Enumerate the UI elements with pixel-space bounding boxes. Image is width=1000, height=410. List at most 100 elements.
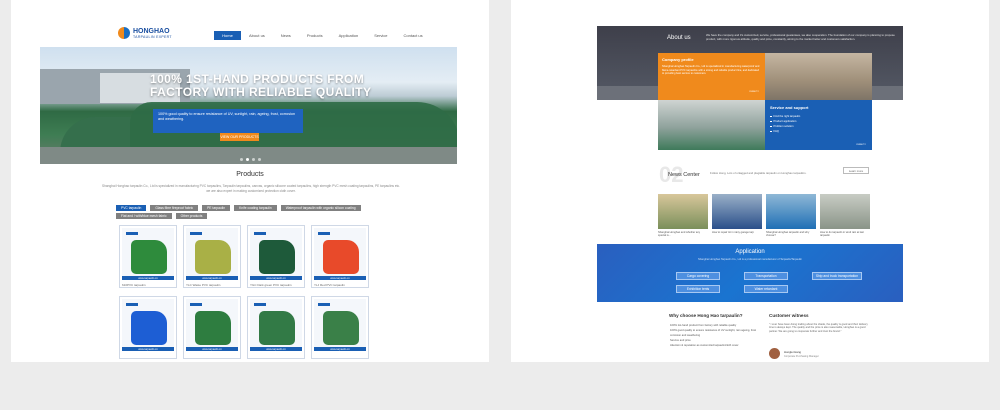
filter-tab[interactable]: PVC tarpaulin bbox=[116, 205, 147, 211]
product-card[interactable]: www.tarpaulin.cn YLC Waste PVC tarpaulin bbox=[183, 225, 241, 288]
product-image bbox=[186, 228, 238, 279]
carousel-dot-active[interactable] bbox=[246, 158, 249, 161]
filter-tab[interactable]: Waterproof tarpaulin with organic silico… bbox=[280, 205, 361, 211]
tarpaulin-roll-image bbox=[259, 311, 295, 345]
news-caption[interactable]: How to repair lot in rainy garage tarp bbox=[712, 231, 762, 234]
app-button-ship-truck[interactable]: Ship and truck transportation bbox=[812, 272, 862, 280]
filter-tab[interactable]: Knife coating tarpaulin bbox=[234, 205, 277, 211]
why-item: Attention & reputation as customized tar… bbox=[670, 343, 739, 347]
service-list: Find the right tarpaulin Product applica… bbox=[770, 114, 867, 134]
service-item[interactable]: FAQ bbox=[770, 129, 867, 134]
product-card[interactable]: www.tarpaulin.cn bbox=[183, 296, 241, 359]
main-nav: Home About us News Products Application … bbox=[214, 31, 431, 40]
tarpaulin-roll-image bbox=[259, 240, 295, 274]
logo-tagline: TARPAULIN EXPERT bbox=[133, 34, 172, 39]
service-support-title: Service and support bbox=[770, 105, 809, 110]
carousel-dot[interactable] bbox=[252, 158, 255, 161]
application-title: Application bbox=[735, 249, 765, 255]
product-card[interactable]: www.tarpaulin.cn bbox=[119, 296, 177, 359]
app-button-water[interactable]: Water retardant bbox=[744, 285, 788, 293]
product-url-bar: www.tarpaulin.cn bbox=[186, 347, 238, 351]
filter-tab[interactable]: PE tarpaulin bbox=[202, 205, 231, 211]
customer-quote: " I ever have been doing trading about t… bbox=[769, 323, 868, 333]
news-item[interactable]: How to repair lot in rainy garage tarp bbox=[712, 194, 762, 237]
customer-avatar bbox=[769, 348, 780, 359]
nav-home[interactable]: Home bbox=[214, 31, 241, 40]
product-url-bar: www.tarpaulin.cn bbox=[250, 276, 302, 280]
product-url-bar: www.tarpaulin.cn bbox=[186, 276, 238, 280]
carousel-dot[interactable] bbox=[240, 158, 243, 161]
news-image bbox=[820, 194, 870, 229]
app-button-transport[interactable]: Transportation bbox=[744, 272, 788, 280]
tarpaulin-roll-image bbox=[195, 240, 231, 274]
filter-tab[interactable]: Glass fibre fireproof fabric bbox=[150, 205, 199, 211]
news-caption[interactable]: Shanghai Honghao and whether any special… bbox=[658, 231, 708, 237]
tarpaulin-roll-image bbox=[323, 311, 359, 345]
nav-products[interactable]: Products bbox=[299, 31, 331, 40]
products-heading: Products bbox=[236, 171, 264, 178]
news-caption[interactable]: Shanghai Honghao tarpaulin and why choos… bbox=[766, 231, 816, 237]
product-image bbox=[186, 299, 238, 350]
company-profile-title: Company profile bbox=[662, 57, 694, 62]
product-brand-mark bbox=[254, 303, 266, 306]
carousel-dots bbox=[240, 158, 261, 161]
product-card[interactable]: www.tarpaulin.cn bbox=[311, 296, 369, 359]
background-strip bbox=[0, 362, 1000, 410]
company-profile-card[interactable]: Company profile Shanghai Honghao Tarpaul… bbox=[658, 53, 765, 100]
hero-ground bbox=[40, 147, 457, 164]
news-image bbox=[712, 194, 762, 229]
filter-tab[interactable]: Flat and / with/blue mesh fabric bbox=[116, 213, 172, 219]
news-caption[interactable]: How to do tarpaulin in wind rain at last… bbox=[820, 231, 870, 237]
service-support-card[interactable]: Service and support Find the right tarpa… bbox=[765, 100, 872, 150]
nav-service[interactable]: Service bbox=[366, 31, 395, 40]
tarpaulin-roll-image bbox=[131, 311, 167, 345]
news-learn-more-button[interactable]: Learn more bbox=[843, 167, 869, 174]
site-logo[interactable]: HONGHAO TARPAULIN EXPERT bbox=[118, 27, 172, 39]
about-text: We have the company and it's customized,… bbox=[706, 33, 895, 41]
customer-name: Honglei Hang bbox=[784, 350, 801, 354]
service-more-link[interactable]: more>> bbox=[856, 142, 866, 146]
news-intro: Follow Hong, Lots of unlagged and plagia… bbox=[710, 171, 807, 175]
carousel-dot[interactable] bbox=[258, 158, 261, 161]
product-caption[interactable]: YGC Dark green PVC tarpaulin bbox=[250, 283, 292, 287]
product-image bbox=[250, 299, 302, 350]
product-brand-mark bbox=[126, 232, 138, 235]
nav-contact[interactable]: Contact us bbox=[396, 31, 431, 40]
product-brand-mark bbox=[190, 232, 202, 235]
filter-tab[interactable]: Other products bbox=[175, 213, 208, 219]
hero-body-text: 100% good quality to ensure resistance o… bbox=[153, 109, 303, 133]
product-caption[interactable]: YLJ Red PVC tarpaulin bbox=[314, 283, 345, 287]
product-image bbox=[122, 299, 174, 350]
nav-news[interactable]: News bbox=[273, 31, 299, 40]
product-card[interactable]: www.tarpaulin.cn bbox=[247, 296, 305, 359]
app-button-cargo[interactable]: Cargo covering bbox=[676, 272, 720, 280]
product-card[interactable]: www.tarpaulin.cn 610PVC tarpaulin bbox=[119, 225, 177, 288]
screenshot-stage: HONGHAO TARPAULIN EXPERT Home About us N… bbox=[0, 0, 1000, 410]
product-url-bar: www.tarpaulin.cn bbox=[314, 276, 366, 280]
tarpaulin-roll-image bbox=[131, 240, 167, 274]
nav-about[interactable]: About us bbox=[241, 31, 273, 40]
product-brand-mark bbox=[254, 232, 266, 235]
product-image bbox=[314, 299, 366, 350]
news-item[interactable]: Shanghai Honghao tarpaulin and why choos… bbox=[766, 194, 816, 237]
nav-application[interactable]: Application bbox=[331, 31, 367, 40]
news-item[interactable]: How to do tarpaulin in wind rain at last… bbox=[820, 194, 870, 237]
news-item[interactable]: Shanghai Honghao and whether any special… bbox=[658, 194, 708, 237]
product-url-bar: www.tarpaulin.cn bbox=[250, 347, 302, 351]
product-caption[interactable]: 610PVC tarpaulin bbox=[122, 283, 146, 287]
hero-title: 100% 1ST-HAND PRODUCTS FROM FACTORY WITH… bbox=[150, 73, 371, 99]
product-image bbox=[314, 228, 366, 279]
homepage-preview-left: HONGHAO TARPAULIN EXPERT Home About us N… bbox=[11, 0, 489, 362]
product-brand-mark bbox=[318, 303, 330, 306]
products-description: Shanghai Honghao tarpaulin Co., Ltd is s… bbox=[102, 184, 400, 193]
view-products-button[interactable]: VIEW OUR PRODUCTS bbox=[220, 133, 259, 141]
tarpaulin-roll-image bbox=[323, 240, 359, 274]
product-card[interactable]: www.tarpaulin.cn YGC Dark green PVC tarpa… bbox=[247, 225, 305, 288]
product-caption[interactable]: YLC Waste PVC tarpaulin bbox=[186, 283, 220, 287]
customer-witness-title: Customer witness bbox=[769, 313, 809, 318]
hero-banner: 100% 1ST-HAND PRODUCTS FROM FACTORY WITH… bbox=[40, 47, 457, 164]
app-button-exhibition[interactable]: Exhibition tents bbox=[676, 285, 720, 293]
product-card[interactable]: www.tarpaulin.cn YLJ Red PVC tarpaulin bbox=[311, 225, 369, 288]
company-profile-more-link[interactable]: more>> bbox=[749, 89, 759, 93]
product-image bbox=[122, 228, 174, 279]
